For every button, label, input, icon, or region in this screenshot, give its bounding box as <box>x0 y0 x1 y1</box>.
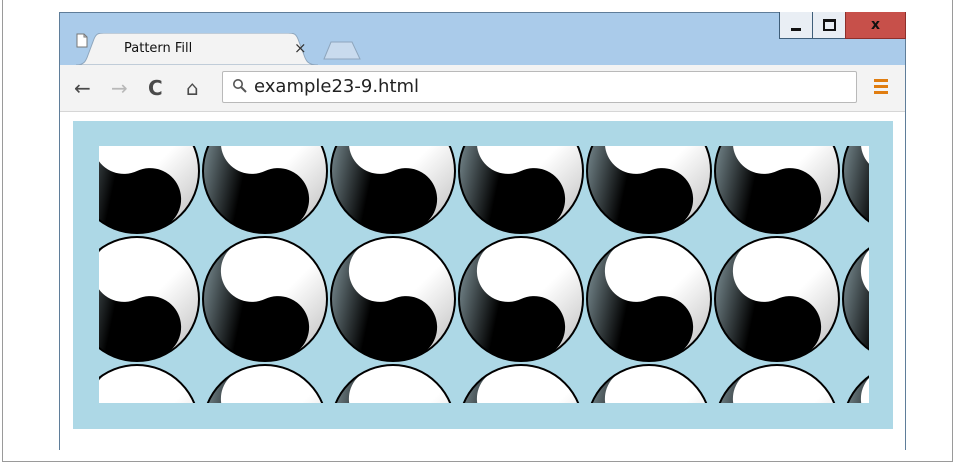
reload-icon[interactable]: C <box>148 77 163 99</box>
tab-close-icon[interactable]: × <box>294 39 307 57</box>
close-window-button[interactable]: x <box>845 12 906 39</box>
pattern-fill-rect <box>99 146 869 403</box>
svg-canvas <box>73 121 893 429</box>
minimize-button[interactable] <box>779 12 813 39</box>
yin-yang-pattern <box>99 146 869 403</box>
tab-title: Pattern Fill <box>124 41 193 56</box>
forward-icon[interactable]: → <box>111 77 128 99</box>
browser-window: x Pattern Fill × ← → C ⌂ example23-9.htm… <box>59 12 906 450</box>
window-controls: x <box>779 12 906 39</box>
minimize-icon <box>791 27 801 31</box>
back-icon[interactable]: ← <box>74 77 91 99</box>
address-text: example23-9.html <box>254 76 420 97</box>
search-icon <box>233 79 247 93</box>
toolbar: ← → C ⌂ example23-9.html <box>60 65 905 111</box>
tab-shape <box>76 33 318 65</box>
maximize-button[interactable] <box>812 12 846 39</box>
maximize-icon <box>822 19 836 31</box>
page-favicon-icon <box>76 33 88 48</box>
page-viewport <box>60 111 905 450</box>
new-tab-button[interactable] <box>322 40 362 60</box>
close-icon: x <box>870 17 881 33</box>
home-icon[interactable]: ⌂ <box>186 77 199 99</box>
address-bar[interactable]: example23-9.html <box>222 71 857 103</box>
menu-icon[interactable] <box>874 79 888 97</box>
tab-pattern-fill[interactable]: Pattern Fill × <box>76 33 318 65</box>
